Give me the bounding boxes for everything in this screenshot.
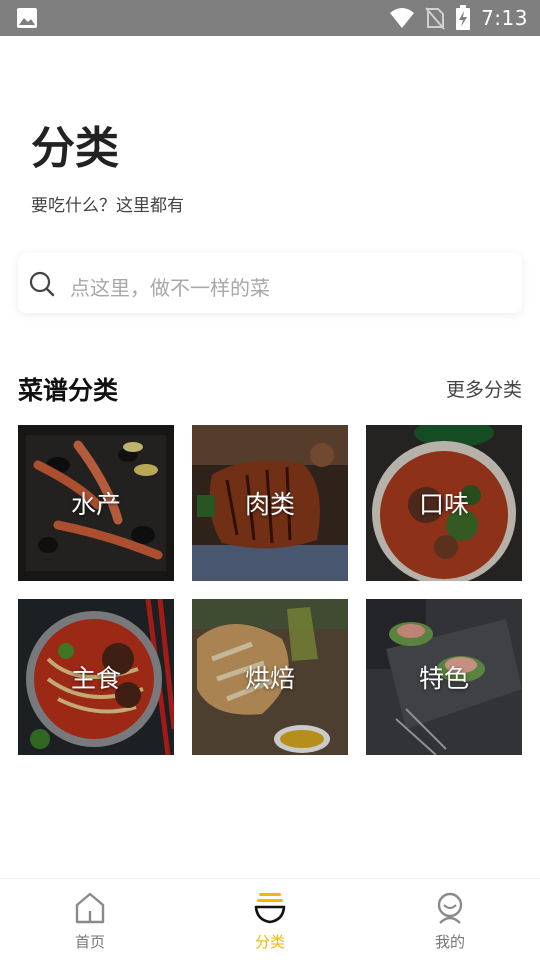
nav-item-home[interactable]: 首页 xyxy=(0,879,180,960)
profile-icon xyxy=(437,892,463,924)
category-label: 口味 xyxy=(418,490,469,519)
category-label: 水产 xyxy=(70,490,121,519)
page-title: 分类 xyxy=(31,123,119,174)
battery-charging-icon xyxy=(456,5,471,30)
bowl-icon xyxy=(254,893,286,924)
category-label: 特色 xyxy=(418,664,469,693)
no-sim-icon xyxy=(425,7,445,30)
page-subtitle: 要吃什么？这里都有 xyxy=(31,196,184,216)
category-tile-seafood[interactable]: 水产 xyxy=(18,425,174,581)
bottom-nav: 首页 分类 我的 xyxy=(0,878,540,960)
category-tile-staple[interactable]: 主食 xyxy=(18,599,174,755)
category-tile-specialty[interactable]: 特色 xyxy=(366,599,522,755)
screen: 7:13 分类 要吃什么？这里都有 点这里，做不一样的菜 菜谱分类 更多分类 水… xyxy=(0,0,540,960)
category-tile-meat[interactable]: 肉类 xyxy=(192,425,348,581)
home-icon xyxy=(75,892,105,924)
nav-item-category[interactable]: 分类 xyxy=(180,879,360,960)
category-label: 肉类 xyxy=(244,490,295,519)
search-placeholder: 点这里，做不一样的菜 xyxy=(70,276,270,300)
nav-label-profile: 我的 xyxy=(434,933,465,951)
wifi-icon xyxy=(390,8,415,28)
search-input[interactable]: 点这里，做不一样的菜 xyxy=(18,253,522,313)
category-tile-bakery[interactable]: 烘焙 xyxy=(192,599,348,755)
status-time: 7:13 xyxy=(481,6,528,30)
nav-item-profile[interactable]: 我的 xyxy=(360,879,540,960)
image-notification-icon xyxy=(17,8,37,28)
category-label: 主食 xyxy=(70,664,121,693)
category-tile-flavor[interactable]: 口味 xyxy=(366,425,522,581)
section-title: 菜谱分类 xyxy=(18,376,119,405)
more-categories-link[interactable]: 更多分类 xyxy=(446,375,522,402)
category-label: 烘焙 xyxy=(244,664,295,693)
nav-label-category: 分类 xyxy=(254,933,285,951)
nav-label-home: 首页 xyxy=(74,933,105,951)
search-icon xyxy=(29,271,55,297)
status-bar: 7:13 xyxy=(0,0,540,36)
